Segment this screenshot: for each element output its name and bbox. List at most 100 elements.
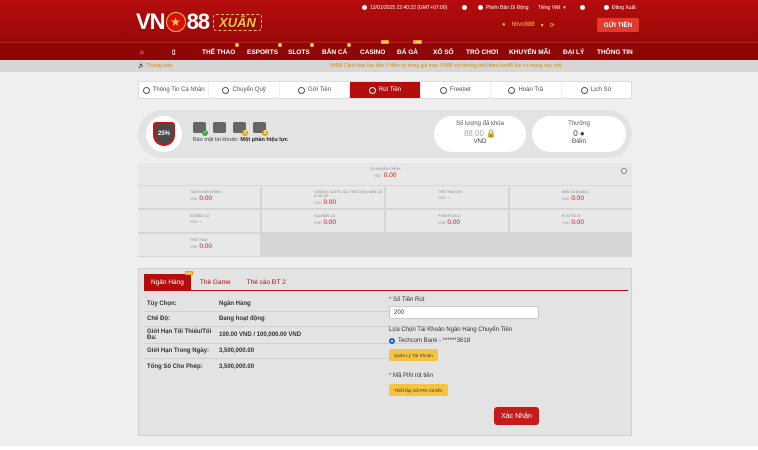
datetime: 13/01/2025 22:40:22 (GMT+07:00) <box>362 3 447 12</box>
deposit-button[interactable]: GỬI TIỀN <box>597 18 639 32</box>
user-verified-icon[interactable] <box>193 122 208 136</box>
email-icon[interactable] <box>253 122 268 136</box>
gear-icon[interactable] <box>580 5 585 10</box>
confirm-button[interactable]: Xác Nhận <box>494 407 539 425</box>
lock-icon: 🔒 <box>486 129 497 138</box>
tab-chuyen-quy[interactable]: Chuyển Quỹ <box>209 82 280 98</box>
phone-icon[interactable] <box>233 122 248 136</box>
icon-group <box>462 3 467 12</box>
clock-icon <box>362 5 367 10</box>
logout-icon <box>604 5 609 10</box>
nav-item-the-thao[interactable]: THỂ THAO <box>202 43 240 61</box>
star-icon: ★ <box>165 12 186 32</box>
nav-item-tro-choi[interactable]: TRÒ CHƠI <box>466 43 498 61</box>
language-select[interactable]: Tiếng Việt ▾ <box>538 3 566 12</box>
account-tabs: Thông Tin Cá Nhân Chuyển Quỹ Gửi Tiền Rú… <box>138 81 632 99</box>
wallet-cell: THỂ THAO VND 0.00 <box>138 234 260 256</box>
locked-amount: 88.00 <box>463 129 484 138</box>
site-header: VN ★ 88 XUÂN 13/01/2025 22:40:22 (GMT+07… <box>0 0 758 42</box>
locked-amount-card: Số lượng đã khóa 88.00 🔒 VND <box>434 116 526 152</box>
logo-number: 88 <box>186 9 211 34</box>
coin-icon: ● <box>579 129 585 138</box>
transfer-icon <box>222 86 230 94</box>
tab-gui-tien[interactable]: Gửi Tiền <box>280 82 351 98</box>
logo-text: VN <box>136 9 166 34</box>
bank-select-label: Lựa Chọn Tài Khoản Ngân Hàng Chuyển Tiền <box>389 327 512 333</box>
shield-icon: 25% <box>153 122 175 146</box>
live-badge: LIVE <box>413 40 422 44</box>
rebate-icon <box>508 86 516 94</box>
notice-bar: 🔊 Thông báo VN88 Cảnh báo lừa đảo !! Hiệ… <box>0 60 758 72</box>
history-icon <box>580 86 588 94</box>
deposit-icon <box>298 86 306 94</box>
nav-item-ban-ca[interactable]: BẮN CÁ <box>322 43 352 61</box>
wallet-cell: PLAYTECH VND 0.00 <box>510 210 632 232</box>
wallet-cell: THỂ THAO BTI VND - <box>386 186 508 208</box>
chevron-down-icon: ▾ <box>563 4 566 11</box>
notice-label: 🔊 Thông báo <box>138 63 173 69</box>
mail-icon[interactable] <box>462 5 467 10</box>
nav-item-slots[interactable]: SLOTS <box>288 43 314 61</box>
nav-item-xo-so[interactable]: XỔ SỐ <box>433 43 454 61</box>
radio-selected[interactable] <box>389 338 395 344</box>
live-badge: LIVE <box>380 40 390 44</box>
user-icon <box>142 86 150 94</box>
chevron-down-icon: ▾ <box>540 22 544 29</box>
amount-input[interactable]: 200 <box>389 306 539 319</box>
bank-option[interactable]: Techcom Bank - ******3618 <box>389 338 629 344</box>
wallet-main: TÀI KHOẢN CHÍNH VND 0.00 <box>138 163 632 185</box>
hot-dot <box>235 43 240 47</box>
nav-item-da-ga[interactable]: ĐÁ GÀ LIVE <box>397 40 422 61</box>
wallet-cell: TÀI KHOẢN CHÍNH VND 0.00 <box>138 186 260 208</box>
user-icon: ● <box>502 22 506 28</box>
nav-item-khuyen-mai[interactable]: KHUYẾN MÃI <box>509 43 550 61</box>
tab-the-game[interactable]: Thẻ Game <box>193 274 238 290</box>
username: hhvn888 <box>511 22 535 28</box>
security-status: Bảo mật tài khoản: Một phần hiệu lực <box>193 137 288 143</box>
tab-rut-tien[interactable]: Rút Tiền <box>350 82 421 98</box>
nav-item-thong-tin[interactable]: THÔNG TIN <box>597 43 633 61</box>
tab-freebet[interactable]: Freebet <box>421 82 492 98</box>
home-icon[interactable]: ⌂ <box>140 43 144 61</box>
nav-item-esports[interactable]: ESPORTS <box>247 43 283 61</box>
footer-divider <box>0 446 758 450</box>
wallet-cell: CASINO, SLOTS, ALL TRÒ CHƠI, BẮN CÁ & XỔ… <box>262 186 384 208</box>
withdraw-panel: Ngân Hàng MỚI Thẻ Game Thẻ cào ĐT 2 Tùy C… <box>138 268 632 436</box>
tab-lich-su[interactable]: Lịch Sử <box>562 82 631 98</box>
divider <box>144 290 628 291</box>
amount-label: * Số Tiền Rút <box>389 297 425 303</box>
refresh-icon[interactable]: ⟳ <box>550 22 555 29</box>
new-badge: MỚI <box>184 271 193 275</box>
logout-link[interactable]: Đăng Xuất <box>604 3 636 12</box>
tab-ngan-hang[interactable]: Ngân Hàng MỚI <box>144 271 193 290</box>
refresh-icon[interactable] <box>621 168 627 174</box>
nav-item-dai-ly[interactable]: ĐẠI LÝ <box>563 43 584 61</box>
withdraw-icon <box>368 86 376 94</box>
profile-summary: 25% Bảo mật tài khoản: Một phần hiệu lực… <box>138 110 632 158</box>
mobile-icon[interactable]: ▯ <box>172 43 176 61</box>
tab-the-cao[interactable]: Thẻ cào ĐT 2 <box>240 274 293 290</box>
tab-thong-tin-ca-nhan[interactable]: Thông Tin Cá Nhân <box>139 82 210 98</box>
pin-label: * Mã PIN rút tiền <box>389 373 434 379</box>
card-icon[interactable] <box>213 122 226 133</box>
reward-points-card: Thưởng 0 ● Điểm <box>532 116 626 152</box>
wallet-cell: BẮN CÁ (SABA) VND 0.00 <box>510 186 632 208</box>
setup-pin-button[interactable]: Thiết lập mã PIN rút tiền <box>389 384 448 396</box>
user-menu[interactable]: ● hhvn888 ▾ ⟳ <box>502 18 555 32</box>
wallet-balances: TÀI KHOẢN CHÍNH VND 0.00 TÀI KHOẢN CHÍNH… <box>138 163 632 257</box>
mobile-version-link[interactable]: Phiên Bản Di Động <box>478 3 529 12</box>
withdraw-method-tabs: Ngân Hàng MỚI Thẻ Game Thẻ cào ĐT 2 <box>144 271 293 290</box>
verification-icons <box>193 122 268 136</box>
wallet-cell: SỐ BẮN CÁ VND - <box>138 210 260 232</box>
tab-hoan-tra[interactable]: Hoàn Trả <box>491 82 562 98</box>
points-value: 0 <box>573 129 578 138</box>
vn88-logo[interactable]: VN ★ 88 XUÂN <box>136 9 262 35</box>
manage-accounts-button[interactable]: Quản Lý Tài Khoản <box>389 349 438 361</box>
nav-item-casino[interactable]: CASINO LIVE <box>360 40 390 61</box>
main-nav: ⌂ ▯ THỂ THAO ESPORTS SLOTS BẮN CÁ CASINO… <box>0 40 758 61</box>
logo-badge: XUÂN <box>213 13 262 31</box>
withdraw-form: * Số Tiền Rút 200 Lựa Chọn Tài Khoản Ngâ… <box>389 297 629 396</box>
security-shield: 25% <box>146 116 182 152</box>
freebet-icon <box>440 86 448 94</box>
wallet-cell: VUA BẮN CÁ VND 0.00 <box>262 210 384 232</box>
